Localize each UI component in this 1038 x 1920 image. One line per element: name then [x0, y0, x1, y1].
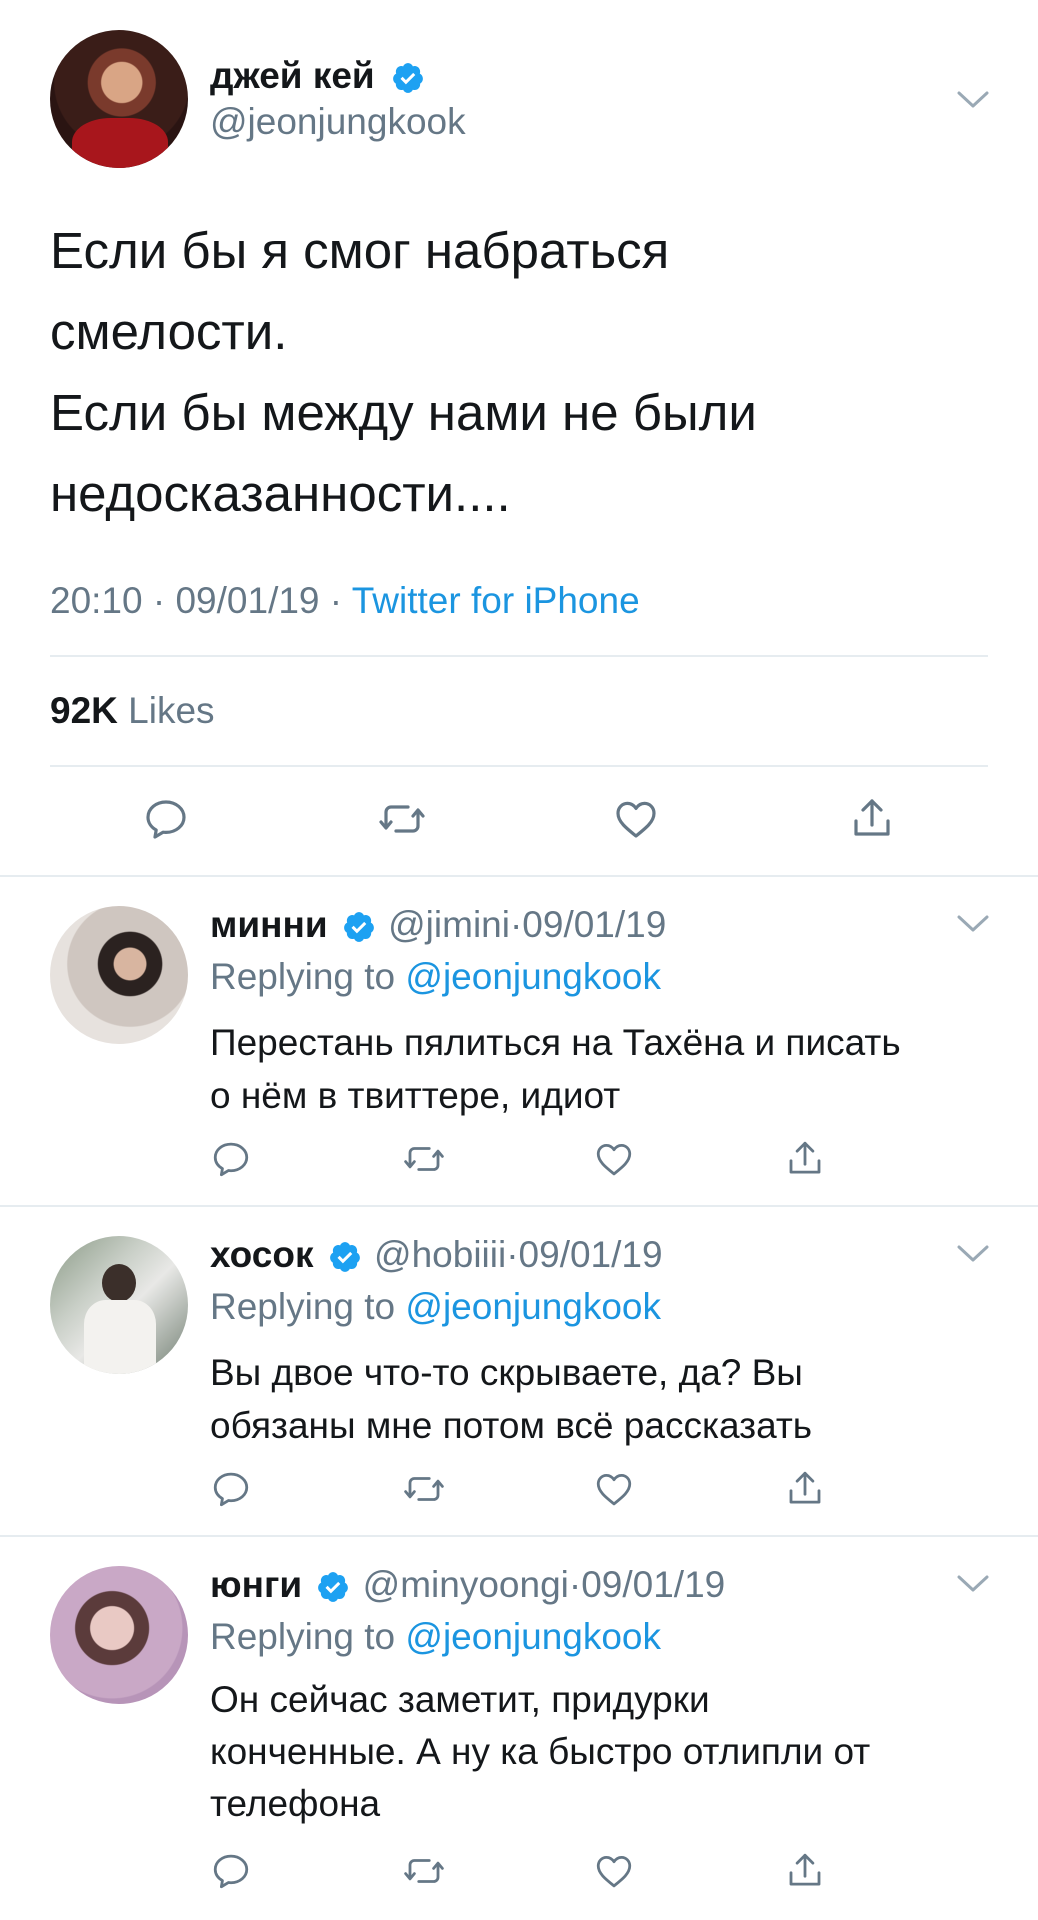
replying-to-label: Replying to	[210, 1616, 396, 1657]
avatar[interactable]	[50, 1236, 188, 1374]
verified-badge-icon	[391, 61, 425, 95]
handle[interactable]: @jimini	[388, 904, 510, 945]
reply-icon[interactable]	[210, 1468, 252, 1510]
tweet-text-line: Если бы я смог набраться	[50, 222, 670, 279]
retweet-icon[interactable]	[378, 795, 426, 843]
meta-separator: ·	[506, 1234, 519, 1275]
section-divider	[0, 1535, 1038, 1537]
reply-text: Он сейчас заметит, придурки конченные. А…	[210, 1674, 870, 1830]
reply-text-line: о нём в твиттере, идиот	[210, 1075, 621, 1116]
replying-to-link[interactable]: @jeonjungkook	[405, 1616, 661, 1657]
share-icon[interactable]	[848, 795, 896, 843]
tweet-date[interactable]: 09/01/19	[581, 1564, 725, 1605]
reply-icon[interactable]	[210, 1138, 252, 1180]
reply-text-line: Перестань пялиться на Тахёна и писать	[210, 1022, 901, 1063]
section-divider	[0, 875, 1038, 877]
chevron-down-icon[interactable]	[956, 914, 990, 934]
display-name[interactable]: юнги	[210, 1564, 302, 1605]
display-name[interactable]: хосок	[210, 1234, 313, 1275]
reply-text-line: обязаны мне потом всё рассказать	[210, 1405, 813, 1446]
replying-to-link[interactable]: @jeonjungkook	[405, 956, 661, 997]
replying-to-label: Replying to	[210, 956, 396, 997]
display-name[interactable]: джей кей	[210, 55, 375, 96]
tweet-text-line: недосказанности....	[50, 465, 511, 522]
meta-separator: ·	[568, 1564, 582, 1605]
heart-icon[interactable]	[612, 795, 660, 843]
handle[interactable]: @minyoongi	[363, 1564, 569, 1605]
avatar[interactable]	[50, 906, 188, 1044]
heart-icon[interactable]	[593, 1850, 635, 1892]
tweet-source-link[interactable]: Twitter for iPhone	[352, 580, 640, 621]
tweet-text-line: смелости.	[50, 303, 288, 360]
reply-text-line: Вы двое что-то скрываете, да? Вы	[210, 1352, 803, 1393]
reply-text: Перестань пялиться на Тахёна и писать о …	[210, 1016, 901, 1122]
tweet-date[interactable]: 09/01/19	[522, 904, 666, 945]
chevron-down-icon[interactable]	[956, 1574, 990, 1594]
reply-text-line: телефона	[210, 1783, 381, 1824]
divider	[50, 765, 988, 767]
retweet-icon[interactable]	[403, 1468, 445, 1510]
tweet-text-line: Если бы между нами не были	[50, 384, 757, 441]
meta-separator: ·	[509, 904, 523, 945]
heart-icon[interactable]	[593, 1468, 635, 1510]
share-icon[interactable]	[784, 1138, 826, 1180]
share-icon[interactable]	[784, 1468, 826, 1510]
verified-badge-icon	[316, 1570, 350, 1604]
verified-badge-icon	[328, 1240, 362, 1274]
tweet-date[interactable]: 09/01/19	[519, 1234, 663, 1275]
verified-badge-icon	[342, 910, 376, 944]
reply-icon[interactable]	[142, 795, 190, 843]
avatar[interactable]	[50, 30, 188, 168]
chevron-down-icon[interactable]	[956, 90, 990, 110]
share-icon[interactable]	[784, 1850, 826, 1892]
replying-to-link[interactable]: @jeonjungkook	[405, 1286, 661, 1327]
tweet-meta: 20:10 · 09/01/19 · Twitter for iPhone	[50, 578, 640, 624]
handle[interactable]: @jeonjungkook	[210, 100, 466, 144]
retweet-icon[interactable]	[403, 1138, 445, 1180]
divider	[50, 655, 988, 657]
reply-icon[interactable]	[210, 1850, 252, 1892]
replying-to-label: Replying to	[210, 1286, 396, 1327]
chevron-down-icon[interactable]	[956, 1244, 990, 1264]
reply-text: Вы двое что-то скрываете, да? Вы обязаны…	[210, 1346, 812, 1452]
retweet-icon[interactable]	[403, 1850, 445, 1892]
tweet-time[interactable]: 20:10	[50, 580, 143, 621]
reply-text-line: конченные. А ну ка быстро отлипли от	[210, 1731, 871, 1772]
heart-icon[interactable]	[593, 1138, 635, 1180]
likes-count: 92K	[50, 690, 118, 731]
meta-separator: ·	[329, 580, 343, 621]
avatar[interactable]	[50, 1566, 188, 1704]
reply-text-line: Он сейчас заметит, придурки	[210, 1679, 710, 1720]
likes-label: Likes	[128, 690, 215, 731]
tweet-date[interactable]: 09/01/19	[175, 580, 319, 621]
likes-stat[interactable]: 92K Likes	[50, 688, 215, 734]
tweet-text: Если бы я смог набраться смелости. Если …	[50, 210, 757, 534]
display-name[interactable]: минни	[210, 904, 328, 945]
handle[interactable]: @hobiiii	[374, 1234, 506, 1275]
section-divider	[0, 1205, 1038, 1207]
meta-separator: ·	[152, 580, 166, 621]
